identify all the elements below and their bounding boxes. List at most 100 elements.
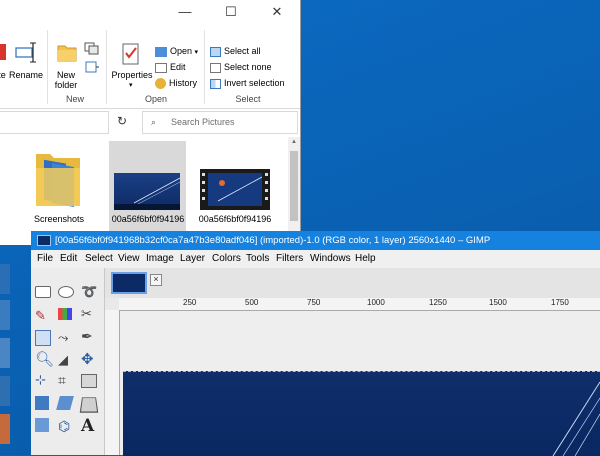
new-folder-icon[interactable]: [56, 40, 78, 64]
invert-selection-button[interactable]: Invert selection: [210, 75, 285, 91]
desktop-thumb[interactable]: [0, 376, 10, 406]
refresh-icon[interactable]: ↻: [114, 113, 130, 129]
shear-icon[interactable]: [56, 396, 74, 410]
properties-icon[interactable]: [120, 42, 142, 68]
select-by-color-icon[interactable]: [58, 308, 72, 320]
ruler-label: 500: [245, 298, 259, 307]
desktop-thumb[interactable]: [0, 338, 10, 368]
ellipse-select-icon[interactable]: [58, 286, 74, 298]
menu-colors[interactable]: Colors: [212, 250, 241, 268]
open-dropdown-icon: ▾: [194, 49, 199, 56]
image-canvas[interactable]: [123, 371, 600, 456]
horizontal-ruler[interactable]: 250 500 750 1000 1250 1500 1750: [119, 298, 600, 311]
search-input[interactable]: ⌕ Search Pictures: [142, 111, 298, 134]
menu-windows[interactable]: Windows: [310, 250, 351, 268]
ruler-label: 750: [307, 298, 321, 307]
zoom-icon[interactable]: 🔍︎: [35, 350, 54, 368]
toolbox: ➰ ✎ ✂ ⤳ ✒ 🔍︎ ◢ ✥ ⊹ ⌗ ⌬ A: [31, 268, 105, 455]
scrollbar-thumb[interactable]: [290, 151, 298, 221]
ruler-label: 1750: [551, 298, 569, 307]
ruler-label: 1250: [429, 298, 447, 307]
history-icon: [155, 78, 166, 90]
rename-button[interactable]: Rename: [8, 70, 44, 80]
properties-dropdown-icon[interactable]: ▾: [129, 81, 133, 89]
file-item-screenshots[interactable]: [34, 148, 84, 210]
menu-tools[interactable]: Tools: [246, 250, 269, 268]
address-bar[interactable]: [0, 111, 109, 134]
delete-label: te: [0, 70, 6, 80]
cage-transform-icon[interactable]: ⌬: [58, 418, 70, 435]
lasso-icon[interactable]: ➰: [81, 284, 99, 302]
ruler-label: 250: [183, 298, 197, 307]
scroll-up-icon[interactable]: ▲: [291, 139, 297, 145]
rect-select-icon[interactable]: [35, 286, 51, 298]
gimp-titlebar[interactable]: [00a56f6bf0f941968b32cf0ca7a47b3e80adf04…: [31, 231, 600, 250]
open-button[interactable]: Open ▾: [155, 43, 198, 59]
select-all-button[interactable]: Select all: [210, 43, 261, 59]
menu-layer[interactable]: Layer: [180, 250, 205, 268]
scrollbar[interactable]: ▲: [288, 137, 300, 245]
select-none-button[interactable]: Select none: [210, 59, 272, 75]
new-item-icon[interactable]: [84, 42, 100, 56]
group-label-open: Open: [144, 94, 168, 104]
explorer-titlebar: — ☐ ✕: [0, 0, 300, 24]
file-explorer-window: — ☐ ✕ te Rename New folder New Propertie…: [0, 0, 301, 245]
history-button[interactable]: History: [155, 75, 197, 91]
menu-view[interactable]: View: [118, 250, 140, 268]
file-name: Screenshots: [33, 214, 85, 224]
select-none-icon: [210, 62, 221, 73]
image-tabs: ×: [105, 268, 600, 298]
foreground-select-icon[interactable]: [35, 330, 51, 346]
menu-bar: File Edit Select View Image Layer Colors…: [31, 250, 600, 269]
scale-icon[interactable]: [35, 396, 49, 410]
move-icon[interactable]: ✥: [81, 350, 94, 368]
image-tab-thumbnail[interactable]: [111, 272, 147, 294]
desktop-thumb[interactable]: [0, 264, 10, 294]
menu-edit[interactable]: Edit: [60, 250, 77, 268]
rotate-icon[interactable]: [81, 374, 97, 388]
vertical-ruler[interactable]: [105, 310, 120, 455]
desktop-thumb[interactable]: [0, 300, 10, 330]
select-all-icon: [210, 46, 221, 57]
align-icon[interactable]: ⊹: [35, 372, 46, 388]
scissors-icon[interactable]: ✂: [81, 306, 92, 322]
close-icon[interactable]: ✕: [254, 0, 300, 24]
ruler-label: 1000: [367, 298, 385, 307]
maximize-icon[interactable]: ☐: [208, 0, 254, 24]
rename-icon[interactable]: [14, 40, 38, 64]
ruler-label: 1500: [489, 298, 507, 307]
video-thumbnail[interactable]: [200, 169, 270, 210]
properties-button[interactable]: Properties: [110, 70, 154, 80]
color-picker-icon[interactable]: ✒: [81, 328, 93, 345]
ribbon: te Rename New folder New Properties ▾ Op…: [0, 24, 300, 109]
ribbon-separator: [204, 30, 205, 104]
edit-button[interactable]: Edit: [155, 59, 186, 75]
group-label-select: Select: [235, 94, 261, 104]
fuzzy-select-icon[interactable]: ✎: [35, 308, 46, 324]
gimp-window: [00a56f6bf0f941968b32cf0ca7a47b3e80adf04…: [31, 231, 600, 456]
delete-icon[interactable]: [0, 44, 6, 60]
group-label-new: New: [65, 94, 84, 104]
desktop-thumb[interactable]: [0, 414, 10, 444]
new-folder-button[interactable]: New folder: [50, 70, 82, 90]
text-tool-icon[interactable]: A: [81, 416, 94, 436]
ruler-corner: [105, 298, 119, 310]
gimp-app-icon: [37, 234, 51, 246]
menu-help[interactable]: Help: [355, 250, 376, 268]
easy-access-icon[interactable]: [84, 60, 100, 74]
flip-icon[interactable]: [35, 418, 49, 432]
close-tab-icon[interactable]: ×: [150, 274, 162, 286]
minimize-icon[interactable]: —: [162, 0, 208, 24]
menu-select[interactable]: Select: [85, 250, 113, 268]
ribbon-separator: [47, 30, 48, 104]
open-icon: [155, 46, 167, 57]
paths-icon[interactable]: ⤳: [58, 330, 68, 346]
search-icon: ⌕: [151, 117, 157, 127]
measure-icon[interactable]: ◢: [58, 352, 68, 368]
file-thumbnail[interactable]: [114, 173, 181, 210]
menu-filters[interactable]: Filters: [276, 250, 303, 268]
menu-image[interactable]: Image: [146, 250, 174, 268]
menu-file[interactable]: File: [37, 250, 53, 268]
perspective-icon[interactable]: [79, 397, 99, 413]
crop-icon[interactable]: ⌗: [58, 372, 66, 389]
